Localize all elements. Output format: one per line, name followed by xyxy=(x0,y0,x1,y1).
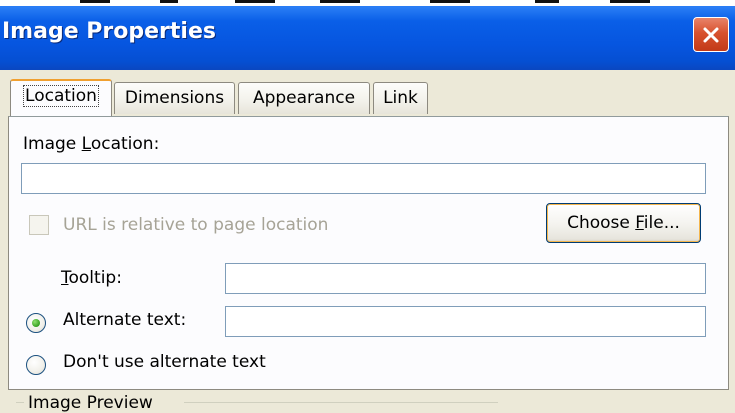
location-panel: Image Location: URL is relative to page … xyxy=(8,116,729,390)
tooltip-input[interactable] xyxy=(225,263,706,294)
tooltip-label: Tooltip: xyxy=(61,268,122,288)
dialog-body: Location Dimensions Appearance Link Imag… xyxy=(0,70,735,413)
window-title: Image Properties xyxy=(2,19,216,44)
alternate-text-radio[interactable] xyxy=(26,313,46,333)
image-location-input[interactable] xyxy=(21,163,706,194)
alternate-text-input[interactable] xyxy=(225,306,706,337)
no-alternate-text-label: Don't use alternate text xyxy=(63,352,266,372)
close-button[interactable] xyxy=(693,17,729,52)
tooltip-text[interactable] xyxy=(226,264,705,293)
tab-location-label: Location xyxy=(23,85,99,107)
alternate-text-text[interactable] xyxy=(226,307,705,336)
tab-location[interactable]: Location xyxy=(10,79,112,116)
no-alternate-text-radio[interactable] xyxy=(26,355,46,375)
tab-link-label: Link xyxy=(383,88,418,108)
tab-link[interactable]: Link xyxy=(373,82,428,114)
url-relative-checkbox[interactable] xyxy=(29,215,49,235)
close-icon xyxy=(703,27,719,42)
preview-group-line-left xyxy=(16,402,24,403)
tab-dimensions-label: Dimensions xyxy=(124,88,225,108)
image-location-label: Image Location: xyxy=(23,134,160,154)
tab-dimensions[interactable]: Dimensions xyxy=(114,82,235,114)
alternate-text-label: Alternate text: xyxy=(63,310,187,330)
image-location-text[interactable] xyxy=(22,164,705,193)
tab-appearance[interactable]: Appearance xyxy=(238,82,370,114)
preview-group-line-right xyxy=(184,402,498,403)
title-bar: Image Properties xyxy=(0,0,735,70)
image-preview-label: Image Preview xyxy=(28,393,153,413)
tab-appearance-label: Appearance xyxy=(252,88,356,108)
url-relative-label: URL is relative to page location xyxy=(63,215,329,235)
radio-selected-dot xyxy=(32,319,40,327)
choose-file-button[interactable]: Choose File... xyxy=(546,203,701,243)
background-window-strip xyxy=(0,0,735,6)
